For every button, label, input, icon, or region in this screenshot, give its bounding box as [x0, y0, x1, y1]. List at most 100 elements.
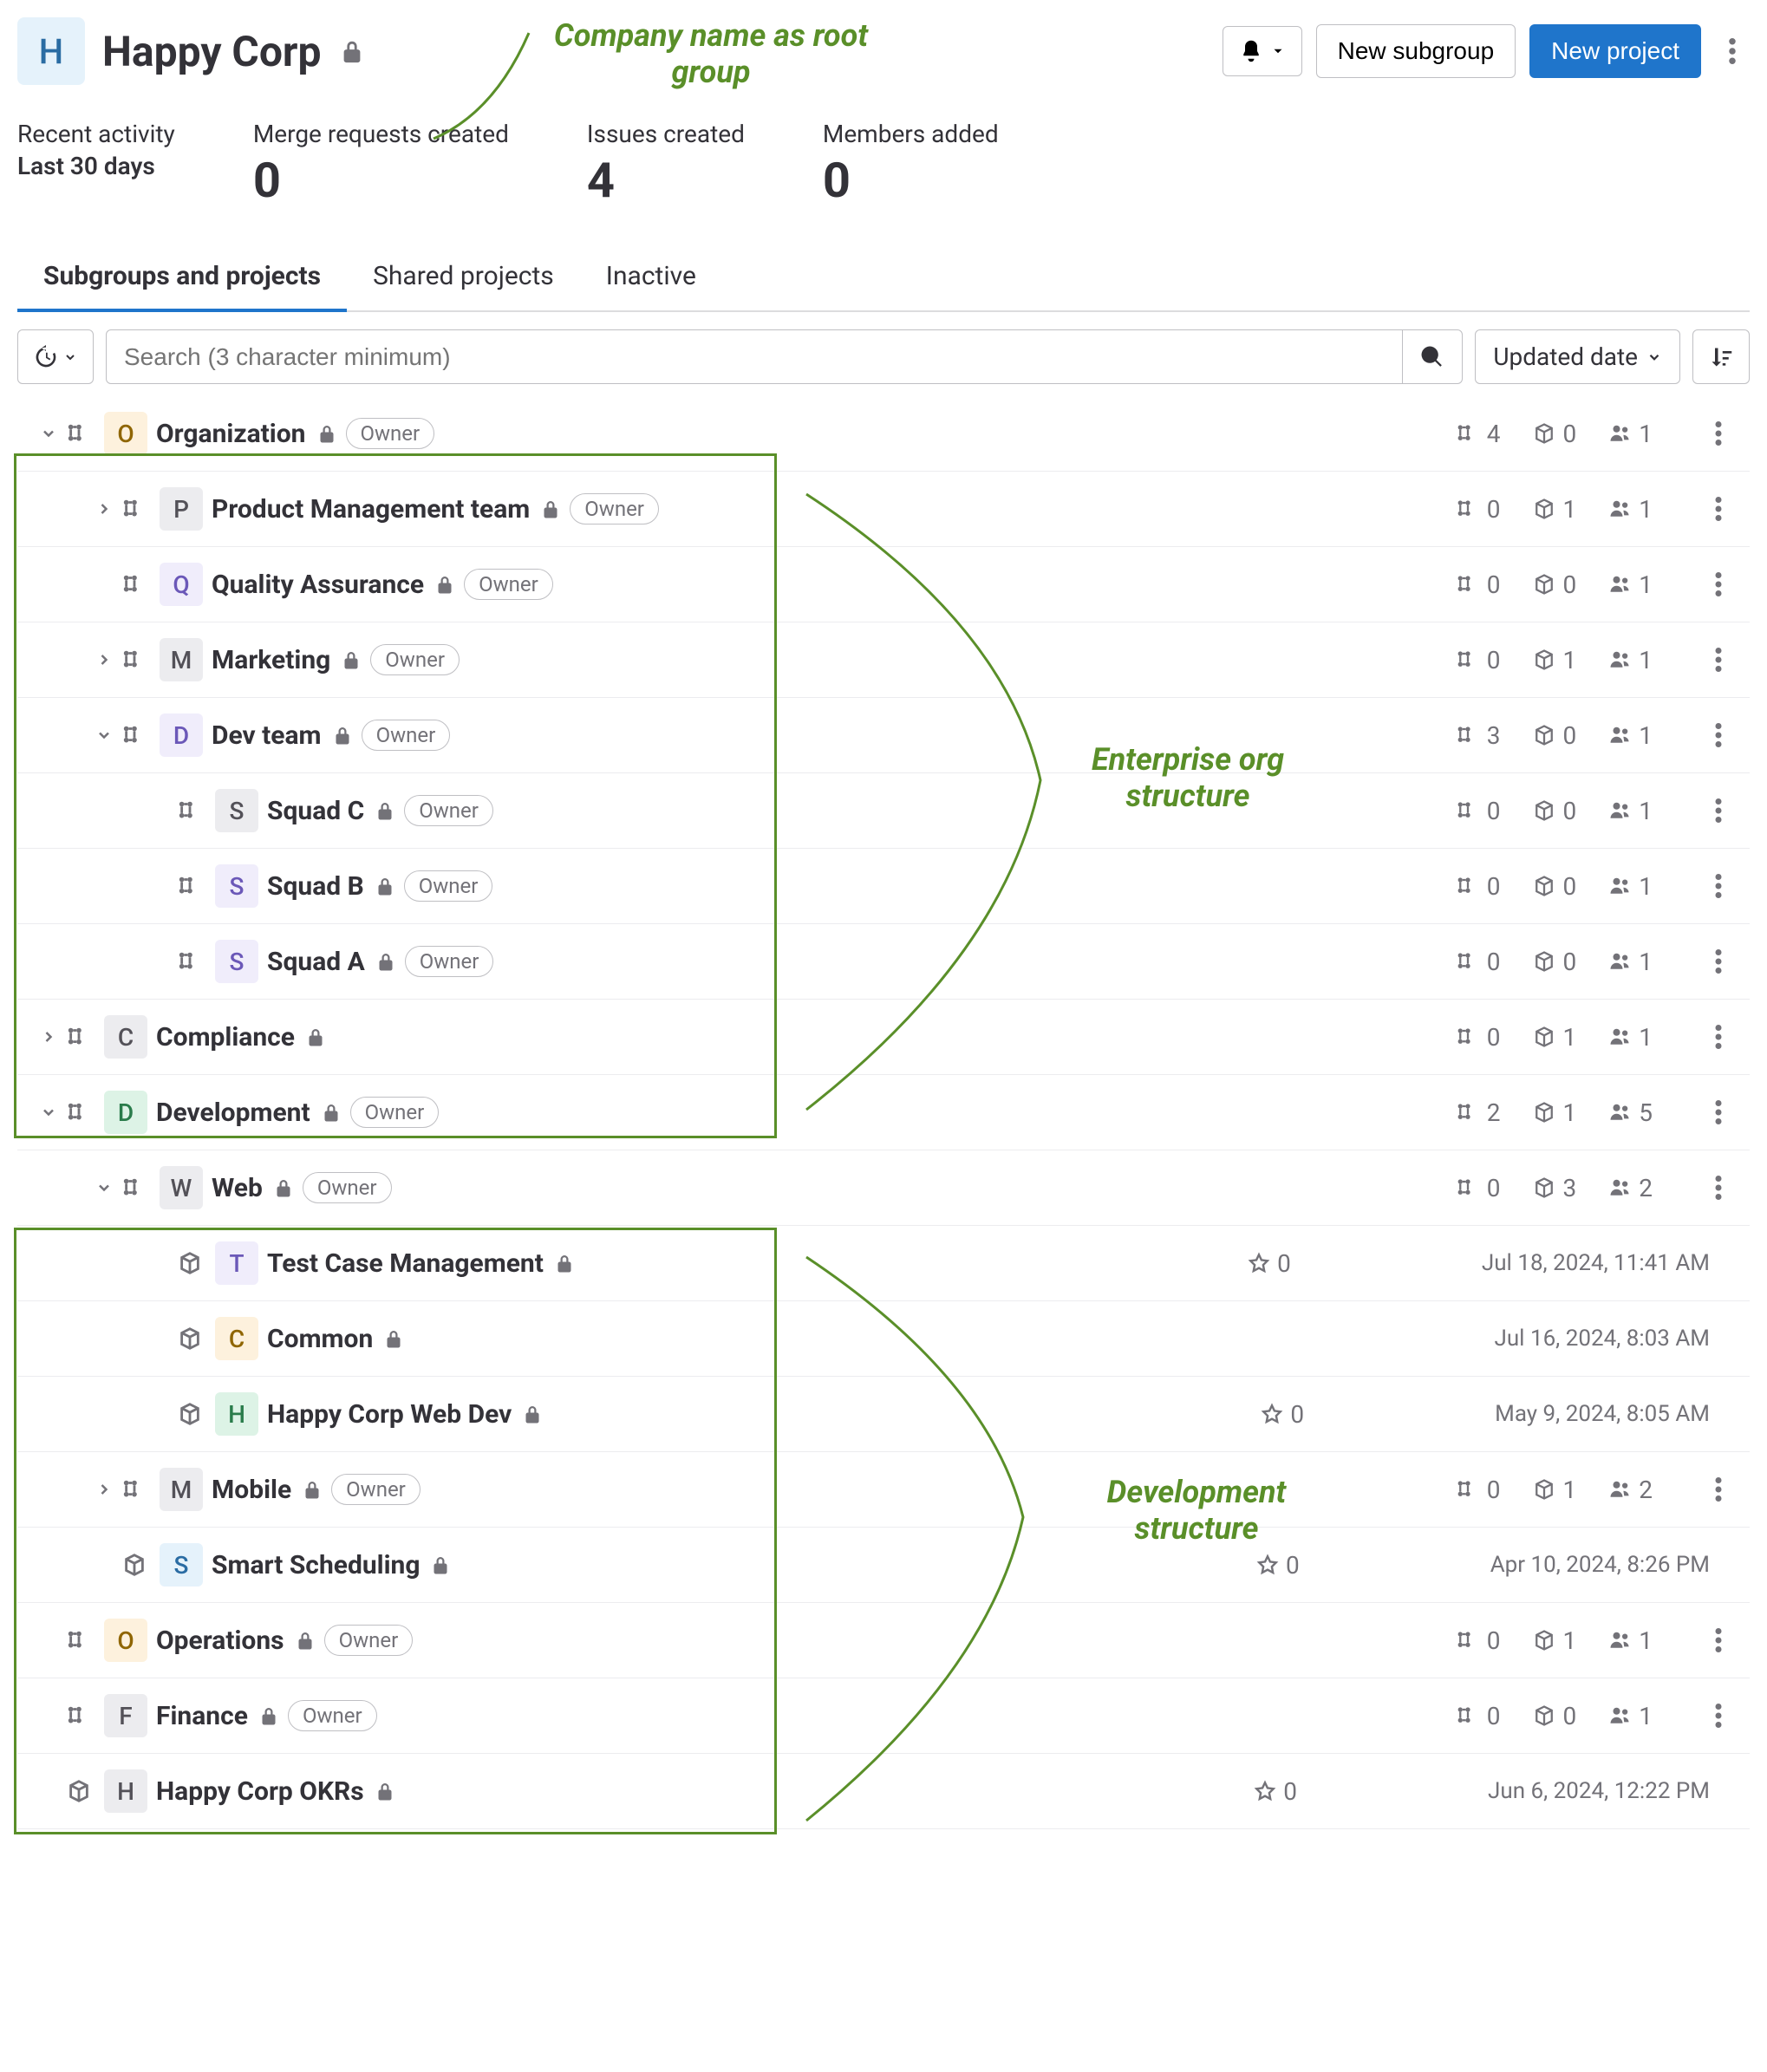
sort-direction-button[interactable] [1692, 329, 1750, 384]
row-name[interactable]: Finance [156, 1701, 248, 1731]
new-project-button[interactable]: New project [1529, 24, 1701, 78]
owner-badge: Owner [404, 870, 493, 902]
tree-row[interactable]: OOrganizationOwner 4 0 1 [17, 396, 1750, 472]
row-name[interactable]: Smart Scheduling [212, 1550, 420, 1580]
expand-toggle[interactable] [90, 651, 118, 668]
row-more-button[interactable] [1701, 492, 1736, 526]
row-more-button[interactable] [1701, 642, 1736, 677]
tree-row[interactable]: SSmart Scheduling 0Apr 10, 2024, 8:26 PM [17, 1528, 1750, 1603]
group-icon [173, 948, 206, 974]
subgroups-count: 0 [1456, 570, 1501, 599]
tree-row[interactable]: DDevelopmentOwner 2 1 5 [17, 1075, 1750, 1150]
expand-toggle[interactable] [90, 1179, 118, 1196]
row-name[interactable]: Compliance [156, 1022, 295, 1052]
tree-row[interactable]: MMarketingOwner 0 1 1 [17, 622, 1750, 698]
owner-badge: Owner [405, 946, 494, 977]
chevron-down-icon [63, 350, 77, 364]
row-name[interactable]: Web [212, 1173, 263, 1203]
owner-badge: Owner [303, 1172, 392, 1203]
row-more-button[interactable] [1701, 793, 1736, 828]
search-input[interactable] [106, 329, 1403, 384]
projects-count: 0 [1532, 721, 1577, 750]
row-more-button[interactable] [1701, 416, 1736, 451]
tree-row[interactable]: HHappy Corp Web Dev 0May 9, 2024, 8:05 A… [17, 1377, 1750, 1452]
row-more-button[interactable] [1701, 1095, 1736, 1130]
tab-shared[interactable]: Shared projects [347, 244, 580, 312]
row-name[interactable]: Mobile [212, 1475, 291, 1505]
row-name[interactable]: Development [156, 1098, 310, 1128]
row-name[interactable]: Squad C [267, 796, 364, 826]
row-more-button[interactable] [1701, 1020, 1736, 1054]
row-name[interactable]: Happy Corp Web Dev [267, 1399, 512, 1430]
row-timestamp: Apr 10, 2024, 8:26 PM [1490, 1552, 1710, 1578]
header-more-button[interactable] [1715, 34, 1750, 68]
row-more-button[interactable] [1701, 1698, 1736, 1733]
subgroups-count: 0 [1456, 797, 1501, 825]
row-name[interactable]: Organization [156, 419, 306, 449]
group-title: Happy Corp [102, 27, 322, 76]
group-icon [62, 1024, 95, 1050]
tree-row[interactable]: QQuality AssuranceOwner 0 0 1 [17, 547, 1750, 622]
row-name[interactable]: Happy Corp OKRs [156, 1776, 364, 1807]
row-more-button[interactable] [1701, 718, 1736, 753]
expand-toggle[interactable] [35, 1028, 62, 1046]
tabs: Subgroups and projects Shared projects I… [17, 244, 1750, 312]
owner-badge: Owner [288, 1700, 377, 1731]
expand-toggle[interactable] [35, 1104, 62, 1121]
row-name[interactable]: Test Case Management [267, 1248, 544, 1279]
row-more-button[interactable] [1701, 1623, 1736, 1658]
subgroups-count: 0 [1456, 495, 1501, 524]
row-more-button[interactable] [1701, 567, 1736, 602]
chevron-down-icon [1646, 349, 1662, 365]
tree-row[interactable]: SSquad COwner 0 0 1 [17, 773, 1750, 849]
row-name[interactable]: Squad B [267, 871, 364, 902]
lock-icon [339, 38, 365, 64]
tree-row[interactable]: WWebOwner 0 3 2 [17, 1150, 1750, 1226]
row-avatar: O [104, 412, 147, 455]
expand-toggle[interactable] [90, 727, 118, 744]
row-more-button[interactable] [1701, 1472, 1736, 1507]
row-avatar: D [104, 1091, 147, 1134]
expand-toggle[interactable] [90, 1481, 118, 1498]
tab-inactive[interactable]: Inactive [580, 244, 722, 312]
tree-row[interactable]: SSquad AOwner 0 0 1 [17, 924, 1750, 1000]
tree-row[interactable]: DDev teamOwner 3 0 1 [17, 698, 1750, 773]
search-button[interactable] [1403, 329, 1463, 384]
row-more-button[interactable] [1701, 944, 1736, 979]
row-name[interactable]: Operations [156, 1626, 284, 1656]
row-name[interactable]: Product Management team [212, 494, 530, 525]
row-name[interactable]: Squad A [267, 947, 365, 977]
tree-row[interactable]: SSquad BOwner 0 0 1 [17, 849, 1750, 924]
tree-row[interactable]: PProduct Management teamOwner 0 1 1 [17, 472, 1750, 547]
sort-button[interactable]: Updated date [1475, 329, 1680, 384]
tree-row[interactable]: CCompliance 0 1 1 [17, 1000, 1750, 1075]
history-button[interactable] [17, 329, 94, 384]
row-stats: 0 0 1 [1456, 1698, 1736, 1733]
tree-row[interactable]: MMobileOwner 0 1 2 [17, 1452, 1750, 1528]
row-more-button[interactable] [1701, 869, 1736, 903]
notification-button[interactable] [1223, 26, 1302, 76]
tree-row[interactable]: F Finance Owner 0 0 1 [17, 1678, 1750, 1754]
history-icon [34, 345, 58, 369]
tree-row[interactable]: HHappy Corp OKRs 0Jun 6, 2024, 12:22 PM [17, 1754, 1750, 1829]
row-name[interactable]: Marketing [212, 645, 330, 675]
owner-badge: Owner [350, 1097, 440, 1128]
tree-row[interactable]: TTest Case Management 0Jul 18, 2024, 11:… [17, 1226, 1750, 1301]
row-name[interactable]: Common [267, 1324, 373, 1354]
new-subgroup-button[interactable]: New subgroup [1316, 24, 1516, 78]
row-avatar: W [160, 1166, 203, 1209]
row-name[interactable]: Dev team [212, 720, 322, 751]
tree-row[interactable]: CCommonJul 16, 2024, 8:03 AM [17, 1301, 1750, 1377]
projects-count: 0 [1532, 948, 1577, 976]
tree: OOrganizationOwner 4 0 1PProduct Managem… [17, 396, 1750, 1829]
row-stats: 0 1 1 [1456, 492, 1736, 526]
expand-toggle[interactable] [35, 425, 62, 442]
search-field[interactable] [124, 343, 1385, 371]
expand-toggle[interactable] [90, 500, 118, 518]
tab-subgroups[interactable]: Subgroups and projects [17, 244, 347, 312]
row-stats: 0 1 1 [1456, 642, 1736, 677]
tree-row[interactable]: OOperationsOwner 0 1 1 [17, 1603, 1750, 1678]
row-name[interactable]: Quality Assurance [212, 570, 424, 600]
row-avatar: F [104, 1694, 147, 1737]
row-more-button[interactable] [1701, 1170, 1736, 1205]
